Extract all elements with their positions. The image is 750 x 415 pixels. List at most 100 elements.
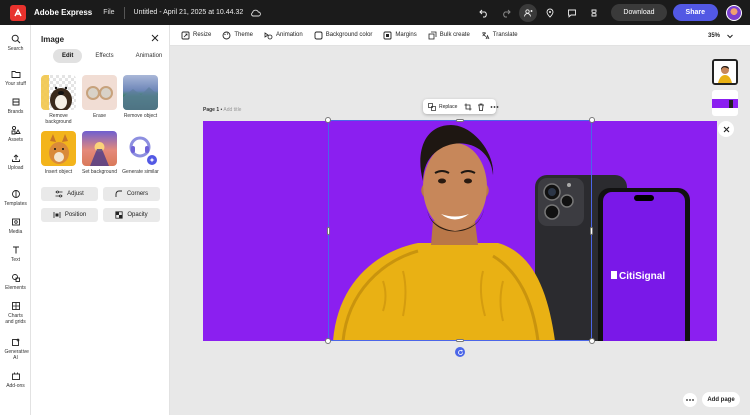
animation-icon <box>264 31 273 39</box>
translate-icon <box>481 31 490 39</box>
more-options-icon[interactable] <box>490 103 499 111</box>
redo-icon[interactable] <box>497 4 515 22</box>
rail-item-label: Add-ons <box>6 383 25 389</box>
more-horizontal-icon <box>686 399 694 401</box>
resize-handle-right[interactable] <box>590 227 593 235</box>
rail-item-assets[interactable]: Assets <box>0 125 31 143</box>
left-rail: Search Your stuff Brands Assets Upload T… <box>0 25 31 415</box>
zoom-level: 35% <box>707 32 720 39</box>
tool-label: Set background <box>81 169 118 175</box>
resize-handle-left[interactable] <box>327 227 330 235</box>
rail-item-elements[interactable]: Elements <box>0 273 31 291</box>
download-button[interactable]: Download <box>611 4 667 21</box>
background-color-tool[interactable]: Background color <box>314 31 373 40</box>
divider <box>123 6 125 19</box>
cloud-sync-icon[interactable] <box>250 9 262 17</box>
margins-icon <box>383 31 392 39</box>
notifications-icon[interactable] <box>585 4 603 22</box>
tab-animation[interactable]: Animation <box>127 49 172 63</box>
rail-item-media[interactable]: Media <box>0 217 31 235</box>
set-background-thumbnail <box>82 131 117 166</box>
rotate-handle[interactable] <box>455 347 465 357</box>
margins-tool[interactable]: Margins <box>383 31 417 40</box>
rail-item-text[interactable]: Text <box>0 245 31 263</box>
close-icon[interactable] <box>151 34 159 44</box>
zoom-control[interactable]: 35% <box>708 25 734 46</box>
theme-tool[interactable]: Theme <box>222 31 253 40</box>
share-button[interactable]: Share <box>672 4 718 21</box>
close-icon[interactable] <box>718 121 734 137</box>
animation-tool[interactable]: Animation <box>264 31 303 40</box>
remove-background-tool[interactable]: Remove background <box>41 75 76 125</box>
location-pin-icon[interactable] <box>541 4 559 22</box>
resize-tool[interactable]: Resize <box>181 31 211 40</box>
media-icon <box>11 218 20 226</box>
page-thumbnail-2[interactable] <box>712 90 738 116</box>
remove-object-tool[interactable]: Remove object <box>123 75 158 119</box>
canvas-toolbar: Resize Theme Animation Background color … <box>170 25 750 46</box>
phone-front-illustration: CitiSignal <box>598 188 690 341</box>
resize-handle-top-left[interactable] <box>325 117 331 123</box>
adjust-button[interactable]: Adjust <box>41 187 98 201</box>
erase-tool[interactable]: Erase <box>82 75 117 119</box>
page-thumbnail-1[interactable] <box>712 59 738 85</box>
comment-icon[interactable] <box>563 4 581 22</box>
theme-label: Theme <box>234 32 254 38</box>
erase-thumbnail <box>82 75 117 110</box>
chevron-down-icon <box>727 34 733 38</box>
animation-label: Animation <box>276 32 303 38</box>
rail-item-upload[interactable]: Upload <box>0 153 31 171</box>
rail-item-add-ons[interactable]: Add-ons <box>0 371 31 389</box>
rotate-icon <box>457 349 463 355</box>
resize-handle-top-right[interactable] <box>589 117 595 123</box>
selection-box <box>328 120 592 341</box>
remove-background-thumbnail <box>41 75 76 110</box>
more-pages-button[interactable] <box>683 393 697 407</box>
adobe-express-logo[interactable] <box>10 4 26 21</box>
resize-handle-bottom[interactable] <box>456 339 464 342</box>
palette-icon <box>222 31 231 39</box>
replace-label: Replace <box>439 103 458 110</box>
tab-edit[interactable]: Edit <box>53 49 83 63</box>
generate-similar-tool[interactable]: Generate similar <box>122 131 159 175</box>
position-icon <box>53 212 61 218</box>
rail-item-templates[interactable]: Templates <box>0 189 31 207</box>
position-button[interactable]: Position <box>41 208 98 222</box>
rail-item-generative-ai[interactable]: Generative AI <box>0 337 31 361</box>
rail-item-label: Search <box>7 46 24 52</box>
bulk-create-tool[interactable]: Bulk create <box>428 31 470 40</box>
opacity-button[interactable]: Opacity <box>103 208 160 222</box>
sliders-icon <box>55 190 63 198</box>
insert-object-tool[interactable]: Insert object <box>41 131 76 175</box>
rail-item-your-stuff[interactable]: Your stuff <box>0 69 31 87</box>
rail-item-label: Generative AI <box>4 349 29 361</box>
crop-icon[interactable] <box>464 103 472 111</box>
set-background-tool[interactable]: Set background <box>82 131 117 175</box>
upload-icon <box>11 154 20 162</box>
phone-brand-text: CitiSignal <box>619 271 665 282</box>
replace-button[interactable]: Replace <box>428 102 458 111</box>
translate-tool[interactable]: Translate <box>481 31 518 40</box>
rail-item-search[interactable]: Search <box>0 34 31 52</box>
add-page-button[interactable]: Add page <box>702 392 740 407</box>
background-color-label: Background color <box>325 32 373 38</box>
background-color-icon <box>314 31 323 39</box>
avatar[interactable] <box>726 4 742 21</box>
undo-icon[interactable] <box>475 4 493 22</box>
delete-icon[interactable] <box>477 103 485 111</box>
rail-item-charts-and-grids[interactable]: Charts and grids <box>0 301 31 325</box>
resize-handle-bottom-right[interactable] <box>589 338 595 344</box>
resize-handle-top[interactable] <box>456 119 464 122</box>
resize-label: Resize <box>193 32 212 38</box>
add-title-placeholder[interactable]: Add title <box>223 107 241 113</box>
resize-handle-bottom-left[interactable] <box>325 338 331 344</box>
rail-item-label: Elements <box>5 285 26 291</box>
file-menu[interactable]: File <box>103 9 114 16</box>
page-label[interactable]: Page 1 • Add title <box>203 107 241 113</box>
document-title[interactable]: Untitled - April 21, 2025 at 10.44.32 <box>134 9 244 16</box>
invite-user-icon[interactable] <box>519 3 538 22</box>
corners-button[interactable]: Corners <box>103 187 160 201</box>
tab-effects[interactable]: Effects <box>86 49 122 63</box>
rail-item-brands[interactable]: Brands <box>0 97 31 115</box>
folder-icon <box>11 71 20 78</box>
